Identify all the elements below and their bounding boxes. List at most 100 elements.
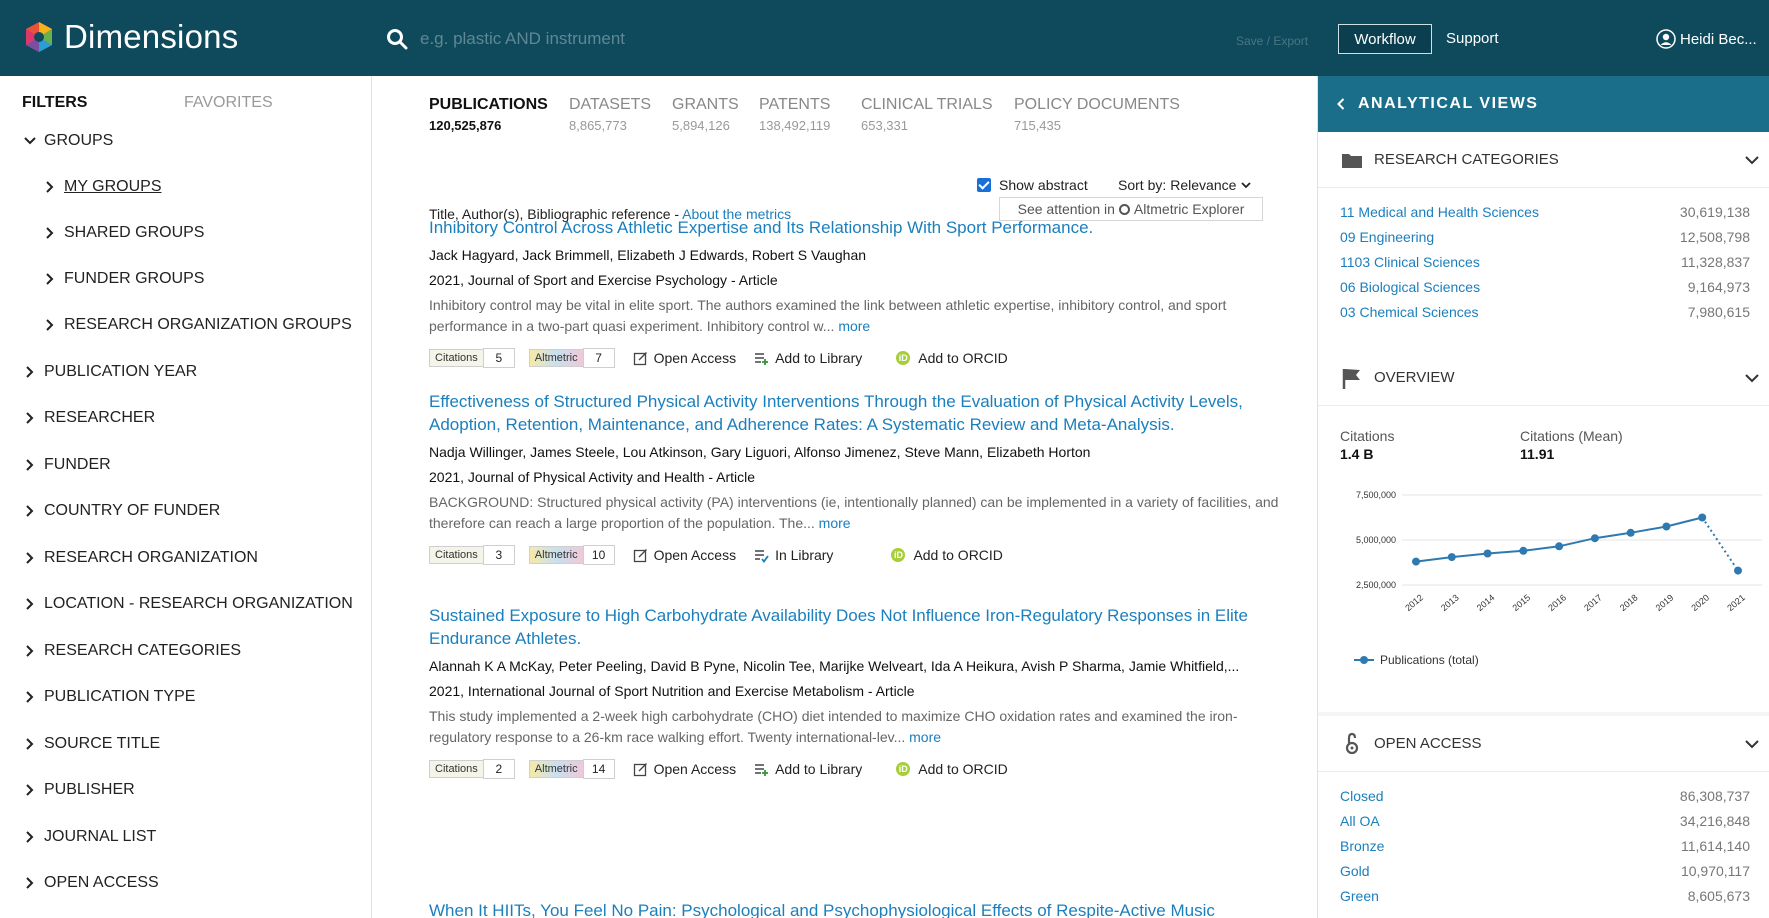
save-export-link[interactable]: Save / Export bbox=[1236, 34, 1308, 48]
result-title[interactable]: When It HIITs, You Feel No Pain: Psychol… bbox=[429, 899, 1279, 918]
data-point[interactable] bbox=[1590, 534, 1599, 543]
filter-research-categories[interactable]: RESEARCH CATEGORIES bbox=[22, 642, 241, 660]
filter-my-groups[interactable]: MY GROUPS bbox=[42, 178, 162, 196]
tab-filters[interactable]: FILTERS bbox=[22, 94, 87, 112]
show-abstract-checkbox[interactable]: Show abstract bbox=[977, 177, 1088, 193]
altmetric-badge[interactable]: Altmetric 10 bbox=[528, 545, 615, 565]
filter-funder-groups[interactable]: FUNDER GROUPS bbox=[42, 270, 204, 288]
open-access-link[interactable]: Open Access bbox=[633, 547, 736, 563]
search-input[interactable] bbox=[420, 24, 1200, 54]
altmetric-label: Altmetric bbox=[528, 760, 584, 778]
tab-publications[interactable]: PUBLICATIONS 120,525,876 bbox=[429, 96, 548, 133]
filter-publication-year[interactable]: PUBLICATION YEAR bbox=[22, 363, 197, 381]
legend-label[interactable]: Publications (total) bbox=[1380, 653, 1479, 667]
more-link[interactable]: more bbox=[819, 515, 851, 531]
data-point[interactable] bbox=[1519, 546, 1528, 555]
filter-open-access[interactable]: OPEN ACCESS bbox=[22, 874, 159, 892]
chevron-right-icon bbox=[22, 736, 38, 752]
result-item: Sustained Exposure to High Carbohydrate … bbox=[429, 604, 1279, 780]
filter-publisher[interactable]: PUBLISHER bbox=[22, 781, 135, 799]
filter-label: SOURCE TITLE bbox=[44, 735, 161, 752]
tab-patents[interactable]: PATENTS 138,492,119 bbox=[759, 96, 830, 133]
filter-funder[interactable]: FUNDER bbox=[22, 456, 111, 474]
filter-country-of-funder[interactable]: COUNTRY OF FUNDER bbox=[22, 502, 220, 520]
library-button[interactable]: Add to Library bbox=[754, 350, 862, 366]
in-library-icon bbox=[755, 549, 769, 563]
data-point[interactable] bbox=[1555, 542, 1564, 551]
add-to-orcid-button[interactable]: iD Add to ORCID bbox=[891, 547, 1003, 563]
data-point[interactable] bbox=[1734, 566, 1742, 575]
library-button[interactable]: Add to Library bbox=[754, 761, 862, 777]
sort-dropdown[interactable]: Sort by: Relevance bbox=[1118, 177, 1252, 193]
dimensions-logo[interactable]: Dimensions bbox=[22, 18, 238, 56]
citations-badge[interactable]: Citations 2 bbox=[429, 759, 515, 779]
category-row[interactable]: 1103 Clinical Sciences 11,328,837 bbox=[1340, 254, 1750, 270]
tab-datasets[interactable]: DATASETS 8,865,773 bbox=[569, 96, 651, 133]
more-link[interactable]: more bbox=[909, 729, 941, 745]
category-name: 03 Chemical Sciences bbox=[1340, 304, 1479, 320]
tab-label: POLICY DOCUMENTS bbox=[1014, 96, 1180, 113]
data-point[interactable] bbox=[1662, 522, 1671, 531]
data-point[interactable] bbox=[1698, 513, 1707, 522]
tab-grants[interactable]: GRANTS 5,894,126 bbox=[672, 96, 739, 133]
open-access-link[interactable]: Open Access bbox=[633, 761, 736, 777]
data-point[interactable] bbox=[1483, 549, 1492, 558]
open-access-header[interactable]: OPEN ACCESS bbox=[1318, 716, 1769, 772]
abstract-text: Inhibitory control may be vital in elite… bbox=[429, 297, 1227, 334]
category-row[interactable]: 09 Engineering 12,508,798 bbox=[1340, 229, 1750, 245]
orcid-icon: iD bbox=[896, 351, 911, 365]
data-point[interactable] bbox=[1447, 553, 1456, 562]
filter-groups[interactable]: GROUPS bbox=[22, 132, 113, 150]
filter-source-title[interactable]: SOURCE TITLE bbox=[22, 735, 160, 753]
add-to-orcid-button[interactable]: iD Add to ORCID bbox=[896, 761, 1008, 777]
result-title[interactable]: Sustained Exposure to High Carbohydrate … bbox=[429, 604, 1279, 650]
open-access-row[interactable]: Closed 86,308,737 bbox=[1340, 788, 1750, 804]
category-name: 06 Biological Sciences bbox=[1340, 279, 1481, 295]
result-meta: 2021, Journal of Physical Activity and H… bbox=[429, 469, 756, 485]
tab-policy-documents[interactable]: POLICY DOCUMENTS 715,435 bbox=[1014, 96, 1180, 133]
open-access-row[interactable]: Gold 10,970,117 bbox=[1340, 863, 1750, 879]
support-link[interactable]: Support bbox=[1446, 30, 1499, 47]
category-value: 7,980,615 bbox=[1687, 304, 1750, 320]
filter-publication-type[interactable]: PUBLICATION TYPE bbox=[22, 688, 195, 706]
show-abstract-label: Show abstract bbox=[999, 177, 1088, 193]
data-point[interactable] bbox=[1412, 557, 1420, 566]
altmetric-badge[interactable]: Altmetric 14 bbox=[528, 759, 615, 779]
citations-badge[interactable]: Citations 5 bbox=[429, 348, 515, 368]
filter-researcher[interactable]: RESEARCHER bbox=[22, 409, 155, 427]
filter-journal-list[interactable]: JOURNAL LIST bbox=[22, 828, 156, 846]
filter-research-organization[interactable]: RESEARCH ORGANIZATION bbox=[22, 549, 258, 567]
altmetric-badge[interactable]: Altmetric 7 bbox=[528, 348, 615, 368]
chevron-right-icon bbox=[22, 643, 38, 659]
category-row[interactable]: 06 Biological Sciences 9,164,973 bbox=[1340, 279, 1750, 295]
search-icon[interactable] bbox=[386, 28, 408, 50]
open-access-row[interactable]: Green 8,605,673 bbox=[1340, 888, 1750, 904]
workflow-button[interactable]: Workflow bbox=[1338, 24, 1432, 54]
data-point[interactable] bbox=[1626, 528, 1635, 537]
tab-favorites[interactable]: FAVORITES bbox=[184, 94, 273, 112]
category-value: 11,328,837 bbox=[1680, 254, 1750, 270]
open-access-row[interactable]: All OA 34,216,848 bbox=[1340, 813, 1750, 829]
tab-clinical-trials[interactable]: CLINICAL TRIALS 653,331 bbox=[861, 96, 993, 133]
open-access-row[interactable]: Bronze 11,614,140 bbox=[1340, 838, 1750, 854]
more-link[interactable]: more bbox=[838, 318, 870, 334]
result-title[interactable]: Inhibitory Control Across Athletic Exper… bbox=[429, 216, 1279, 239]
citations-badge[interactable]: Citations 3 bbox=[429, 545, 515, 565]
analytical-views-header[interactable]: ANALYTICAL VIEWS bbox=[1318, 76, 1769, 132]
library-button[interactable]: In Library bbox=[754, 547, 833, 563]
filter-location-research-org[interactable]: LOCATION - RESEARCH ORGANIZATION bbox=[22, 595, 353, 613]
filter-label: PUBLICATION TYPE bbox=[44, 688, 196, 705]
open-access-name: Gold bbox=[1340, 863, 1370, 879]
open-access-link[interactable]: Open Access bbox=[633, 350, 736, 366]
add-to-orcid-button[interactable]: iD Add to ORCID bbox=[896, 350, 1008, 366]
filter-shared-groups[interactable]: SHARED GROUPS bbox=[42, 224, 204, 242]
category-row[interactable]: 03 Chemical Sciences 7,980,615 bbox=[1340, 304, 1750, 320]
user-menu[interactable]: Heidi Bec... bbox=[1656, 29, 1757, 49]
filter-research-org-groups[interactable]: RESEARCH ORGANIZATION GROUPS bbox=[42, 316, 352, 334]
result-title[interactable]: Effectiveness of Structured Physical Act… bbox=[429, 390, 1279, 436]
category-row[interactable]: 11 Medical and Health Sciences 30,619,138 bbox=[1340, 204, 1750, 220]
research-categories-header[interactable]: RESEARCH CATEGORIES bbox=[1318, 132, 1769, 188]
chevron-right-icon bbox=[22, 550, 38, 566]
y-tick-label: 5,000,000 bbox=[1356, 535, 1396, 545]
category-value: 9,164,973 bbox=[1687, 279, 1750, 295]
